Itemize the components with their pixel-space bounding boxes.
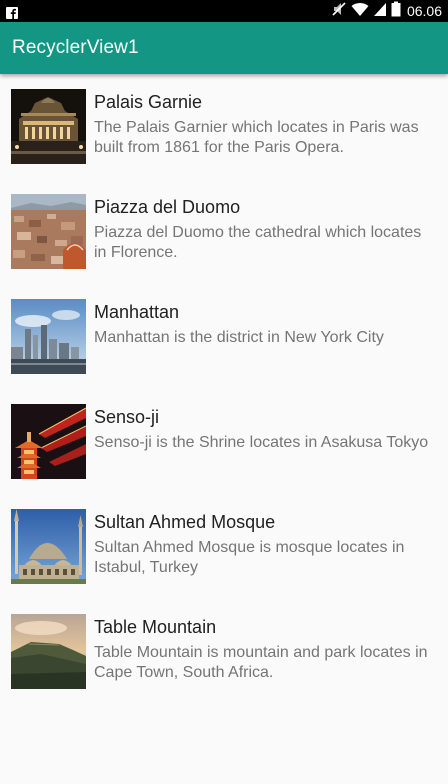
item-description: Senso-ji is the Shrine locates in Asakus… bbox=[94, 434, 429, 451]
item-title: Sultan Ahmed Mosque bbox=[94, 512, 276, 532]
thumbnail-manhattan bbox=[11, 299, 86, 374]
app-title: RecyclerView1 bbox=[12, 37, 139, 58]
item-description: Piazza del Duomo the cathedral which loc… bbox=[94, 224, 422, 261]
thumbnail-piazza-del-duomo bbox=[11, 194, 86, 269]
mute-icon bbox=[331, 1, 347, 21]
item-description: Sultan Ahmed Mosque is mosque locates in… bbox=[94, 539, 405, 576]
list-item-piazza-del-duomo[interactable]: Piazza del Duomo Piazza del Duomo the ca… bbox=[0, 179, 448, 284]
list-item-sultan-ahmed-mosque[interactable]: Sultan Ahmed Mosque Sultan Ahmed Mosque … bbox=[0, 494, 448, 599]
battery-icon bbox=[391, 1, 401, 21]
list-item-palais-garnie[interactable]: Palais Garnie The Palais Garnier which l… bbox=[0, 74, 448, 179]
item-title: Table Mountain bbox=[94, 617, 217, 637]
wifi-icon bbox=[351, 1, 369, 21]
item-description: The Palais Garnier which locates in Pari… bbox=[94, 119, 419, 156]
item-title: Piazza del Duomo bbox=[94, 197, 241, 217]
signal-icon bbox=[373, 1, 387, 21]
item-description: Manhattan is the district in New York Ci… bbox=[94, 329, 384, 346]
app-bar: RecyclerView1 bbox=[0, 22, 448, 74]
item-title: Senso-ji bbox=[94, 407, 160, 427]
item-title: Manhattan bbox=[94, 302, 180, 322]
thumbnail-table-mountain bbox=[11, 614, 86, 689]
status-time: 06.06 bbox=[406, 3, 442, 19]
thumbnail-senso-ji bbox=[11, 404, 86, 479]
thumbnail-palais-garnier bbox=[11, 89, 86, 164]
item-title: Palais Garnie bbox=[94, 92, 203, 112]
list-item-manhattan[interactable]: Manhattan Manhattan is the district in N… bbox=[0, 284, 448, 389]
list-item-senso-ji[interactable]: Senso-ji Senso-ji is the Shrine locates … bbox=[0, 389, 448, 494]
item-description: Table Mountain is mountain and park loca… bbox=[94, 644, 428, 681]
thumbnail-sultan-ahmed-mosque bbox=[11, 509, 86, 584]
facebook-icon bbox=[6, 4, 18, 19]
status-bar: 06.06 bbox=[0, 0, 448, 22]
list-item-table-mountain[interactable]: Table Mountain Table Mountain is mountai… bbox=[0, 599, 448, 704]
